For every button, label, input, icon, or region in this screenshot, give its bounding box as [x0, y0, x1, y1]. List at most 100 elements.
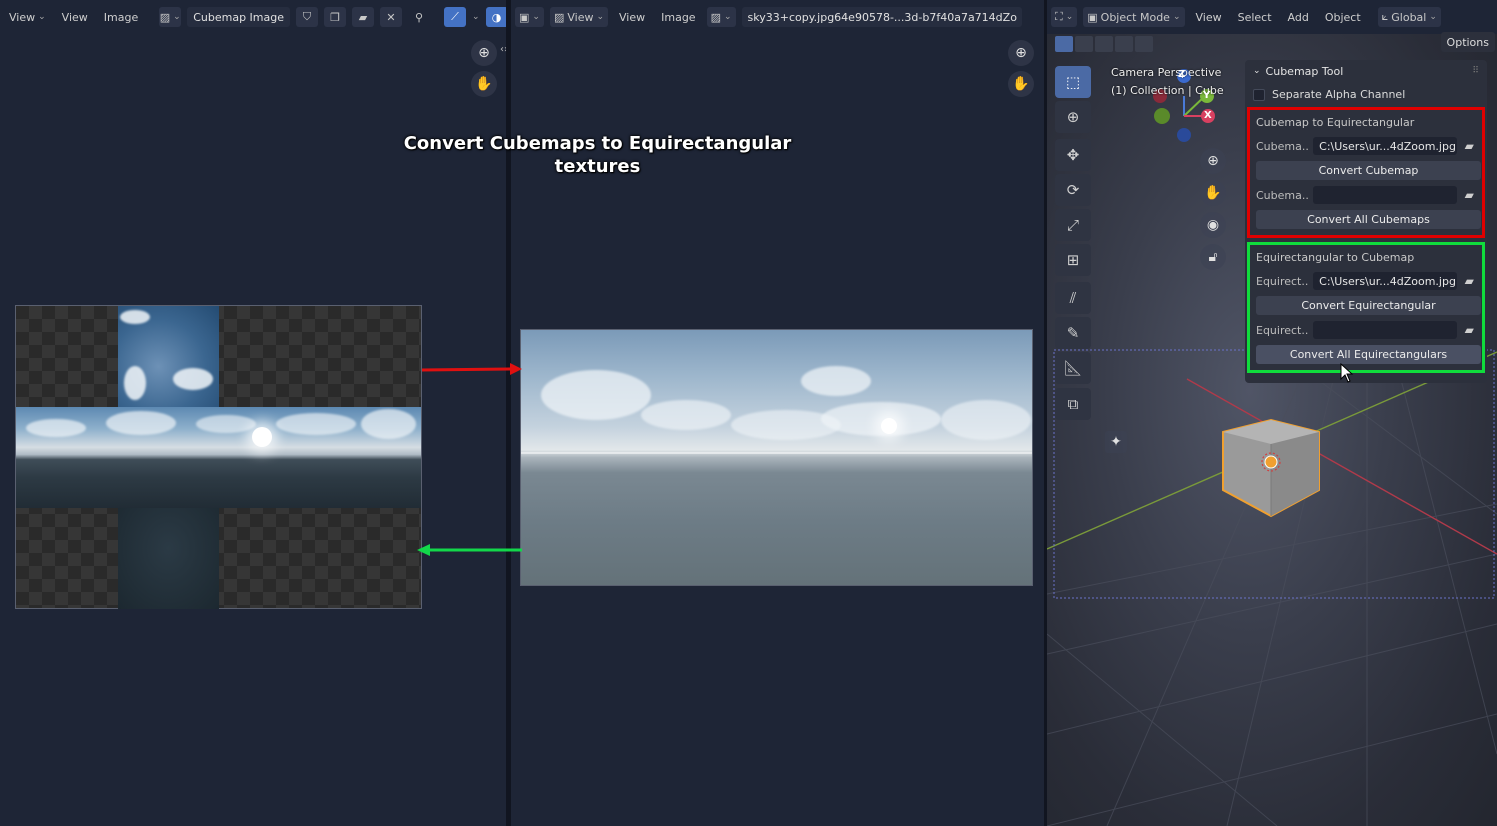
menu-select[interactable]: Select [1233, 9, 1277, 26]
orientation-label: Global [1391, 10, 1427, 24]
image-browse-button[interactable]: ▨ ⌄ [159, 7, 182, 27]
zoom-icon[interactable]: ⊕ [471, 40, 497, 66]
measure-icon[interactable]: 📐︎ [1055, 352, 1091, 384]
image-name-field[interactable]: sky33+copy.jpg64e90578-...3d-b7f40a7a714… [741, 7, 1022, 27]
equirect-file-field[interactable]: C:\Users\ur...4dZoom.jpg [1313, 272, 1457, 290]
zoom-icon[interactable]: ⊕ [1200, 148, 1226, 174]
menu-image[interactable]: Image [656, 9, 700, 26]
equi-to-cube-section: Equirectangular to Cubemap Equirect... C… [1247, 242, 1485, 373]
image-editor-icon: ▣ [519, 10, 530, 24]
menu-object[interactable]: Object [1320, 9, 1366, 26]
add-cube-icon[interactable]: ⧉ [1055, 388, 1091, 420]
cloud [821, 402, 941, 436]
viewport-canvas[interactable]: Options ⬚ ⊕ ✥ ⟳ ⤢ ⊞ ⫽ ✎ 📐︎ ⧉ Camera Pers… [1047, 32, 1497, 826]
select-subtract-icon[interactable] [1095, 36, 1113, 52]
chevron-down-icon: ⌄ [1172, 12, 1181, 22]
options-dropdown[interactable]: Options [1440, 32, 1495, 52]
menu-view[interactable]: View [57, 9, 93, 26]
lock-icon[interactable]: 🔓︎ [1200, 244, 1226, 270]
overlay-caption: Convert Cubemaps to Equirectangular text… [403, 133, 792, 177]
cloud [124, 366, 146, 400]
cubemap-file-field[interactable]: C:\Users\ur...4dZoom.jpg [1313, 137, 1457, 155]
field-label: Cubema... [1256, 188, 1310, 202]
mode-label: Object Mode [1100, 10, 1170, 24]
zoom-icon[interactable]: ⊕ [1008, 40, 1034, 66]
cursor-icon[interactable]: ⊕ [1055, 101, 1091, 133]
snap-icon: ⟋ [451, 10, 459, 23]
view-dropdown[interactable]: View ⌄ [4, 9, 51, 26]
duplicate-image-button[interactable]: ❐ [324, 7, 347, 27]
menu-view[interactable]: View [614, 9, 650, 26]
view-mode-dropdown[interactable]: ▨ View ⌄ [549, 7, 609, 27]
toolbar: ⬚ ⊕ ✥ ⟳ ⤢ ⊞ ⫽ ✎ 📐︎ ⧉ [1055, 66, 1093, 423]
panel-header[interactable]: ⌄ Cubemap Tool ⠿ [1245, 60, 1487, 82]
3d-viewport-editor: ⛶ ⌄ ▣ Object Mode ⌄ View Select Add Object … [1047, 0, 1497, 826]
convert-equirectangular-button[interactable]: Convert Equirectangular [1256, 296, 1481, 315]
cloud [120, 310, 150, 324]
object-mode-icon: ▣ [1087, 10, 1098, 24]
editor-type-button[interactable]: ⛶ ⌄ [1051, 7, 1078, 27]
cloud [26, 419, 86, 437]
fake-user-button[interactable]: ⛉ [296, 7, 319, 27]
convert-cubemap-button[interactable]: Convert Cubemap [1256, 161, 1481, 180]
select-new-icon[interactable] [1055, 36, 1073, 52]
light-icon[interactable]: ✦ [1105, 431, 1127, 453]
select-box-icon[interactable]: ⬚ [1055, 66, 1091, 98]
unlink-image-button[interactable]: ✕ [380, 7, 403, 27]
measure-pen-icon[interactable]: ✎ [1055, 317, 1091, 349]
drag-grip-icon[interactable]: ⠿ [1472, 66, 1479, 76]
scale-icon[interactable]: ⤢ [1055, 209, 1091, 241]
image-browse-button[interactable]: ▨ ⌄ [706, 7, 736, 27]
cloud [173, 368, 213, 390]
rotate-icon[interactable]: ⟳ [1055, 174, 1091, 206]
hand-pan-icon[interactable]: ✋ [1008, 71, 1034, 97]
axis-z-label: Z [1178, 69, 1186, 80]
menu-image[interactable]: Image [99, 9, 143, 26]
snap-button[interactable]: ⟋ [444, 7, 467, 27]
cube-to-equi-section: Cubemap to Equirectangular Cubema... C:\… [1247, 107, 1485, 238]
overlay-button[interactable]: ◑ [485, 7, 506, 27]
separate-alpha-row[interactable]: Separate Alpha Channel [1245, 82, 1487, 107]
open-image-button[interactable]: ▰ [352, 7, 375, 27]
viewport-header: ⛶ ⌄ ▣ Object Mode ⌄ View Select Add Object … [1047, 0, 1497, 34]
cubemap-folder-field[interactable] [1313, 186, 1457, 204]
folder-icon[interactable]: ▰ [1461, 186, 1478, 204]
mode-dropdown[interactable]: ▣ Object Mode ⌄ [1083, 7, 1185, 27]
hand-pan-icon[interactable]: ✋ [1200, 180, 1226, 206]
close-icon: ✕ [386, 10, 396, 24]
sun [252, 427, 272, 447]
menu-add[interactable]: Add [1283, 9, 1314, 26]
chevron-down-icon[interactable]: ⌄ [472, 12, 480, 22]
orientation-icon: ⟀ [1381, 10, 1389, 23]
select-extend-icon[interactable] [1075, 36, 1093, 52]
field-label: Cubema... [1256, 139, 1310, 153]
convert-all-cubemaps-button[interactable]: Convert All Cubemaps [1256, 210, 1481, 229]
view-mode-label: View [567, 10, 594, 24]
copy-icon: ❐ [330, 10, 340, 24]
image-name-field[interactable]: Cubemap Image [187, 7, 291, 27]
chevron-down-icon: ⌄ [173, 12, 181, 22]
chevron-down-icon: ⌄ [1253, 66, 1261, 76]
editor-type-button[interactable]: ▣ ⌄ [515, 7, 544, 27]
folder-icon[interactable]: ▰ [1461, 272, 1478, 290]
separate-alpha-checkbox[interactable] [1253, 88, 1265, 101]
move-icon[interactable]: ✥ [1055, 139, 1091, 171]
convert-all-equirectangulars-button[interactable]: Convert All Equirectangulars [1256, 345, 1481, 364]
menu-view[interactable]: View [1191, 9, 1227, 26]
green-arrow [417, 544, 522, 556]
select-intersect-icon[interactable] [1135, 36, 1153, 52]
transform-orientation-dropdown[interactable]: ⟀ Global ⌄ [1377, 7, 1441, 27]
equirect-folder-field[interactable] [1313, 321, 1457, 339]
select-difference-icon[interactable] [1115, 36, 1133, 52]
hand-pan-icon[interactable]: ✋ [471, 71, 497, 97]
folder-icon[interactable]: ▰ [1461, 137, 1478, 155]
mid-editor-header: ▣ ⌄ ▨ View ⌄ View Image ▨ ⌄ sky33+copy.jpg64… [511, 0, 1044, 34]
pin-button[interactable]: ⚲ [408, 7, 430, 27]
cloud [106, 411, 176, 435]
folder-icon[interactable]: ▰ [1461, 321, 1478, 339]
camera-icon[interactable]: ◉ [1200, 212, 1226, 238]
mouse-cursor-icon [1340, 363, 1354, 383]
annotate-icon[interactable]: ⫽ [1055, 282, 1091, 314]
transform-icon[interactable]: ⊞ [1055, 244, 1091, 276]
chevron-down-icon: ⌄ [723, 12, 732, 22]
